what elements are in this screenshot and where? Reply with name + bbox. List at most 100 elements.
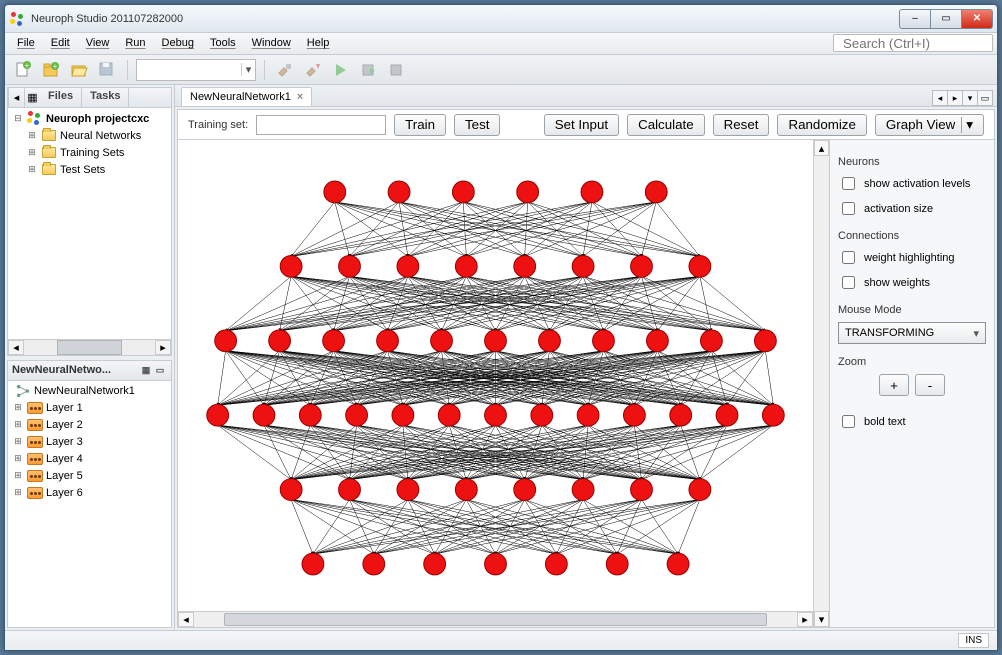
document-tab-label: NewNeuralNetwork1	[190, 91, 291, 103]
profile-button[interactable]	[385, 58, 409, 82]
search-input[interactable]	[841, 35, 1002, 52]
tab-scroll-right-icon[interactable]: ▸	[947, 90, 963, 106]
graph-wrap: ◂▸	[178, 140, 813, 627]
new-project-button[interactable]: +	[39, 58, 63, 82]
project-folder[interactable]: ⊞Neural Networks	[10, 127, 171, 144]
project-folder[interactable]: ⊞Training Sets	[10, 144, 171, 161]
connections-group-title: Connections	[838, 230, 986, 242]
tab-files[interactable]: Files	[40, 88, 82, 107]
close-button[interactable]: ✕	[961, 9, 993, 29]
network-graph[interactable]	[178, 140, 813, 611]
randomize-button[interactable]: Randomize	[777, 114, 866, 136]
project-root[interactable]: ⊟ Neuroph projectcxc	[10, 110, 171, 127]
run-button[interactable]	[329, 58, 353, 82]
graph-hscroll[interactable]: ◂▸	[178, 611, 813, 627]
zoom-title: Zoom	[838, 356, 986, 368]
panel-options-icon[interactable]: ▦	[24, 88, 40, 107]
layer-item[interactable]: ⊞Layer 1	[10, 400, 171, 417]
window-title: Neuroph Studio 201107282000	[31, 13, 183, 25]
network-icon	[15, 383, 31, 399]
network-content: ◂▸ ▴▾ Neurons show activation levels act…	[178, 140, 994, 627]
activation-size-checkbox[interactable]: activation size	[838, 199, 986, 218]
project-tree-hscroll[interactable]: ◂▸	[8, 339, 171, 355]
bold-text-checkbox[interactable]: bold text	[838, 412, 986, 431]
menu-view[interactable]: View	[78, 33, 118, 54]
document-tab[interactable]: NewNeuralNetwork1 ×	[181, 87, 312, 106]
menu-file[interactable]: File	[9, 33, 43, 54]
calculate-button[interactable]: Calculate	[627, 114, 705, 136]
project-tree[interactable]: ⊟ Neuroph projectcxc ⊞Neural Networks ⊞T…	[8, 108, 171, 339]
chevron-down-icon: ▾	[973, 327, 979, 340]
graph-view-button[interactable]: Graph View▾	[875, 114, 984, 136]
maximize-button[interactable]: ▭	[930, 9, 962, 29]
toolbar-separator	[127, 60, 128, 80]
navigator-root-label: NewNeuralNetwork1	[34, 385, 135, 397]
chevron-down-icon: ▾	[961, 117, 973, 133]
open-button[interactable]	[67, 58, 91, 82]
layer-item[interactable]: ⊞Layer 4	[10, 451, 171, 468]
menu-run[interactable]: Run	[117, 33, 153, 54]
folder-icon	[41, 128, 57, 144]
project-folder[interactable]: ⊞Test Sets	[10, 161, 171, 178]
svg-text:+: +	[53, 62, 58, 71]
app-window: Neuroph Studio 201107282000 – ▭ ✕ File E…	[4, 4, 998, 651]
train-button[interactable]: Train	[394, 114, 446, 136]
close-tab-icon[interactable]: ×	[297, 91, 303, 103]
layer-icon	[27, 451, 43, 467]
project-root-label: Neuroph projectcxc	[46, 113, 149, 125]
minimize-button[interactable]: –	[899, 9, 931, 29]
debug-button[interactable]	[357, 58, 381, 82]
menu-window[interactable]: Window	[244, 33, 299, 54]
main-toolbar: + + ▾	[5, 55, 997, 85]
set-input-button[interactable]: Set Input	[544, 114, 619, 136]
workspace: ◂ ▦ Files Tasks ⊟ Neuroph projectcxc ⊞Ne…	[5, 85, 997, 630]
document-tabs: NewNeuralNetwork1 × ◂ ▸ ▾ ▭	[175, 85, 997, 107]
test-button[interactable]: Test	[454, 114, 500, 136]
tab-scroll-left-icon[interactable]: ◂	[932, 90, 948, 106]
layer-item[interactable]: ⊞Layer 2	[10, 417, 171, 434]
tab-maximize-icon[interactable]: ▭	[977, 90, 993, 106]
panel-nav-prev-icon[interactable]: ◂	[8, 88, 24, 107]
tab-tasks[interactable]: Tasks	[82, 88, 129, 107]
menu-tools[interactable]: Tools	[202, 33, 244, 54]
toolbar-separator	[264, 60, 265, 80]
projects-tabs: ◂ ▦ Files Tasks	[8, 88, 171, 108]
navigator-title-label: NewNeuralNetwo...	[12, 364, 111, 376]
layer-item[interactable]: ⊞Layer 3	[10, 434, 171, 451]
menu-edit[interactable]: Edit	[43, 33, 78, 54]
show-activation-checkbox[interactable]: show activation levels	[838, 174, 986, 193]
zoom-in-button[interactable]: +	[879, 374, 909, 396]
layer-icon	[27, 485, 43, 501]
training-set-input[interactable]	[256, 115, 386, 135]
document-tab-controls: ◂ ▸ ▾ ▭	[933, 90, 997, 106]
panel-options-icon[interactable]: ▦	[139, 363, 153, 377]
layer-item[interactable]: ⊞Layer 6	[10, 485, 171, 502]
menu-debug[interactable]: Debug	[154, 33, 202, 54]
reset-button[interactable]: Reset	[713, 114, 770, 136]
save-all-button[interactable]	[95, 58, 119, 82]
show-weights-checkbox[interactable]: show weights	[838, 273, 986, 292]
navigator-panel: NewNeuralNetwo... ▦ ▭ NewNeuralNetwork1 …	[7, 360, 172, 629]
weight-highlighting-checkbox[interactable]: weight highlighting	[838, 248, 986, 267]
panel-minimize-icon[interactable]: ▭	[153, 363, 167, 377]
navigator-root[interactable]: NewNeuralNetwork1	[10, 383, 171, 400]
menubar: File Edit View Run Debug Tools Window He…	[5, 33, 997, 55]
config-combo[interactable]: ▾	[136, 59, 256, 81]
graph-vscroll[interactable]: ▴▾	[813, 140, 829, 627]
menu-help[interactable]: Help	[299, 33, 338, 54]
mouse-mode-select[interactable]: TRANSFORMING▾	[838, 322, 986, 344]
layer-icon	[27, 400, 43, 416]
tab-list-icon[interactable]: ▾	[962, 90, 978, 106]
new-file-button[interactable]: +	[11, 58, 35, 82]
clean-build-button[interactable]	[301, 58, 325, 82]
layer-item[interactable]: ⊞Layer 5	[10, 468, 171, 485]
search-box[interactable]	[833, 34, 993, 52]
navigator-tree[interactable]: NewNeuralNetwork1 ⊞Layer 1 ⊞Layer 2 ⊞Lay…	[8, 381, 171, 628]
neurons-group-title: Neurons	[838, 156, 986, 168]
app-icon	[9, 11, 25, 27]
build-button[interactable]	[273, 58, 297, 82]
navigator-title: NewNeuralNetwo... ▦ ▭	[8, 361, 171, 381]
projects-panel: ◂ ▦ Files Tasks ⊟ Neuroph projectcxc ⊞Ne…	[7, 87, 172, 356]
zoom-out-button[interactable]: -	[915, 374, 945, 396]
training-set-label: Training set:	[188, 119, 248, 131]
